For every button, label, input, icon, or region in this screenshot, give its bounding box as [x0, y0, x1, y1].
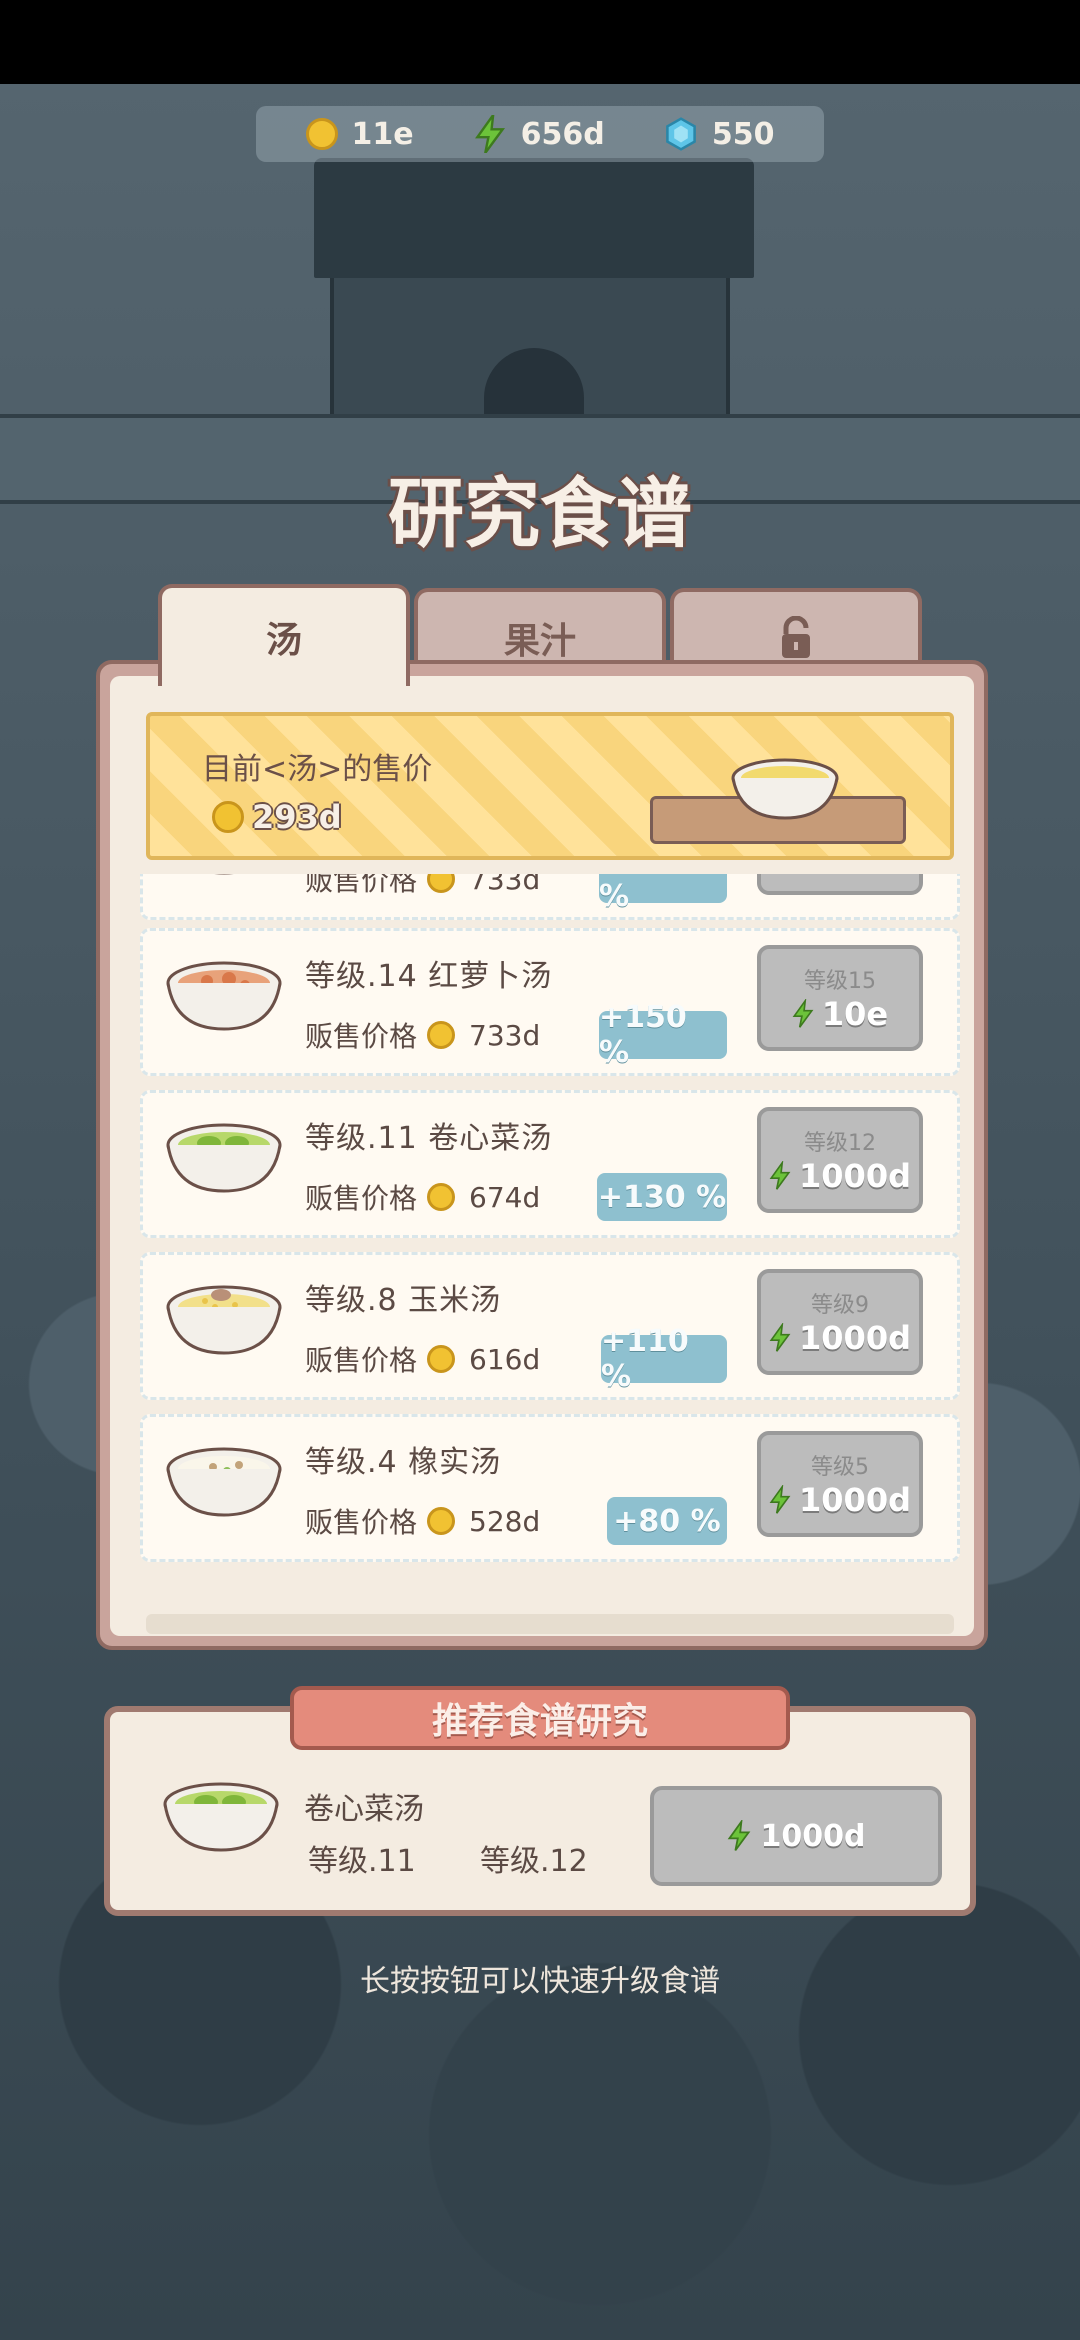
current-price-value: 293d	[252, 798, 342, 836]
upgrade-button[interactable]: 等级12 1000d	[757, 1107, 923, 1213]
recipe-name: 等级.8 玉米汤	[305, 1283, 502, 1318]
recipe-name: 等级.4 橡实汤	[305, 1445, 502, 1480]
coin-icon	[212, 801, 244, 833]
sell-label: 贩售价格	[305, 1344, 418, 1377]
sell-value: 733d	[469, 1018, 541, 1052]
recommend-cost: 1000d	[760, 1818, 866, 1854]
coin-icon	[427, 1021, 456, 1049]
recipe-panel: 目前<汤>的售价 293d 贩售价格 733d % 等级.14 红萝卜汤 贩售价…	[96, 660, 988, 1650]
sell-value: 674d	[469, 1180, 541, 1214]
list-item: 等级.4 橡实汤 贩售价格 528d +80 % 等级5 1000d	[140, 1414, 960, 1562]
upgrade-cost: 1000d	[769, 1157, 911, 1195]
coin-icon	[427, 1345, 456, 1373]
recommend-recipe-name: 卷心菜汤	[304, 1792, 424, 1827]
coin-value: 11e	[351, 116, 414, 152]
status-bar	[0, 0, 1080, 84]
bonus-badge: +150 %	[599, 874, 727, 914]
gem-value: 550	[711, 116, 775, 152]
bolt-icon	[727, 1820, 750, 1851]
sell-value: 733d	[469, 874, 541, 896]
upgrade-cost-value: 1000d	[799, 1157, 911, 1195]
coin-icon	[427, 1183, 456, 1211]
lock-icon	[782, 616, 810, 658]
sell-price: 贩售价格 674d	[305, 1177, 540, 1217]
bolt-icon	[474, 115, 505, 153]
bonus-badge: +150 %	[599, 1000, 727, 1070]
next-level: 等级5	[811, 1455, 869, 1480]
recipe-list[interactable]: 贩售价格 733d +150 % 10e	[140, 874, 960, 1614]
upgrade-cost-value: 1000d	[799, 1319, 911, 1357]
tab-soup[interactable]: 汤	[158, 584, 410, 686]
page-title: 研究食谱	[388, 469, 692, 558]
energy-value: 656d	[520, 116, 605, 152]
bonus-badge: +130 %	[597, 1173, 727, 1221]
upgrade-cost-value: 10e	[821, 995, 889, 1033]
sell-label: 贩售价格	[305, 1182, 418, 1215]
bolt-icon	[792, 999, 814, 1028]
recipe-name: 等级.11 卷心菜汤	[305, 1121, 553, 1156]
next-level: 等级9	[811, 1293, 869, 1318]
soup-bowl-icon	[166, 961, 282, 1031]
gem-icon	[665, 117, 696, 151]
sell-value: 616d	[469, 1342, 541, 1376]
upgrade-button[interactable]: 等级15 10e	[757, 945, 923, 1051]
sell-label: 贩售价格	[305, 1506, 418, 1539]
current-price-banner: 目前<汤>的售价 293d	[146, 712, 954, 860]
hint-text: 长按按钮可以快速升级食谱	[360, 1964, 720, 1999]
upgrade-button[interactable]: 10e	[757, 874, 923, 895]
coin-icon	[427, 874, 456, 893]
sell-price: 贩售价格 733d	[305, 874, 540, 899]
list-item: 等级.11 卷心菜汤 贩售价格 674d +130 % 等级12 1000d	[140, 1090, 960, 1238]
soup-bowl-icon	[166, 1123, 282, 1193]
resource-bar: 11e 656d 550	[256, 106, 824, 162]
upgrade-button[interactable]: 等级9 1000d	[757, 1269, 923, 1375]
coin-icon	[427, 1507, 456, 1535]
recommend-level-to: 等级.12	[480, 1844, 588, 1879]
next-level: 等级12	[804, 1131, 876, 1156]
tab-soup-label: 汤	[265, 620, 302, 661]
coin-icon	[305, 118, 338, 150]
next-level: 等级15	[804, 969, 876, 994]
coin-counter: 11e	[305, 116, 414, 152]
soup-bowl-icon	[163, 1782, 279, 1852]
sell-price: 贩售价格 733d	[305, 1015, 540, 1055]
bolt-icon	[769, 1485, 791, 1514]
sell-value: 528d	[469, 1504, 541, 1538]
recipe-panel-inner: 目前<汤>的售价 293d 贩售价格 733d % 等级.14 红萝卜汤 贩售价…	[110, 676, 974, 1636]
list-scroll-end	[146, 1614, 954, 1634]
bonus-badge: +80 %	[607, 1497, 727, 1545]
energy-counter: 656d	[473, 115, 605, 153]
upgrade-cost: 1000d	[769, 1481, 911, 1519]
bolt-icon	[769, 1323, 791, 1352]
current-price-label: 目前<汤>的售价	[202, 752, 433, 787]
gem-counter: 550	[664, 116, 775, 152]
sell-label: 贩售价格	[305, 1020, 418, 1053]
soup-bowl-icon	[731, 758, 839, 820]
sell-label: 贩售价格	[305, 874, 418, 897]
tab-juice-label: 果汁	[503, 621, 576, 662]
upgrade-cost: 10e	[792, 995, 888, 1033]
upgrade-cost: 1000d	[769, 1319, 911, 1357]
upgrade-button[interactable]: 等级5 1000d	[757, 1431, 923, 1537]
list-item: 等级.8 玉米汤 贩售价格 616d +110 % 等级9 1000d	[140, 1252, 960, 1400]
list-item: 贩售价格 733d +150 % 10e	[140, 874, 960, 920]
upgrade-cost-value: 1000d	[799, 1481, 911, 1519]
recipe-name: 等级.14 红萝卜汤	[305, 959, 553, 994]
list-item: 等级.14 红萝卜汤 贩售价格 733d +150 % 等级15 10e	[140, 928, 960, 1076]
recommend-title: 推荐食谱研究	[290, 1686, 790, 1750]
recommend-upgrade-button[interactable]: 1000d	[650, 1786, 942, 1886]
soup-bowl-icon	[214, 874, 234, 875]
soup-bowl-icon	[166, 1285, 282, 1355]
bonus-badge: +110 %	[601, 1324, 727, 1394]
current-price: 293d	[212, 798, 342, 836]
soup-bowl-icon	[166, 1447, 282, 1517]
sell-price: 贩售价格 528d	[305, 1501, 540, 1541]
sell-price: 贩售价格 616d	[305, 1339, 540, 1379]
recommend-level-from: 等级.11	[308, 1844, 416, 1879]
bolt-icon	[769, 1161, 791, 1190]
